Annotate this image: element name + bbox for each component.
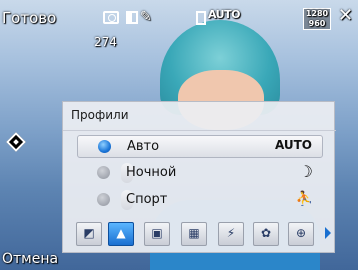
resolution-top: 1280: [305, 9, 329, 18]
profiles-panel: Профили Авто AUTO Ночной ☽ Спорт ⛹ ◩ ▲ ▣…: [62, 101, 336, 253]
profile-option-label: Авто: [127, 139, 160, 154]
ready-status: Готово: [2, 9, 57, 27]
profile-option-sport[interactable]: Спорт ⛹: [77, 189, 323, 212]
scene-tool-button[interactable]: ▲: [108, 222, 134, 246]
frame-icon: ▣: [151, 226, 163, 240]
frame-tool-button[interactable]: ▣: [144, 222, 170, 246]
radio-icon: [98, 140, 111, 153]
toolbar-more-arrow-icon[interactable]: [325, 227, 331, 239]
quality-icon: ▦: [188, 226, 200, 240]
profile-option-label: Ночной: [126, 165, 177, 180]
radio-icon: [97, 166, 110, 179]
radio-icon: [97, 193, 110, 206]
quality-tool-button[interactable]: ▦: [181, 222, 207, 246]
cancel-softkey[interactable]: Отмена: [2, 251, 58, 267]
profile-option-label: Спорт: [126, 192, 168, 207]
auto-icon: AUTO: [274, 138, 312, 152]
panel-divider: [63, 130, 336, 131]
resolution-icon[interactable]: 1280 960: [303, 8, 331, 30]
camera-mode-icon[interactable]: [103, 11, 119, 24]
camera-toolbar: ◩ ▲ ▣ ▦ ⚡ ✿ ⊕: [72, 219, 331, 249]
scene-icon: ▲: [116, 226, 126, 240]
white-balance-label: AUTO: [208, 8, 240, 21]
flash-icon: ⚡: [226, 226, 236, 240]
profile-option-night[interactable]: Ночной ☽: [77, 162, 323, 185]
white-balance-icon[interactable]: [196, 11, 206, 25]
resolution-bottom: 960: [308, 19, 326, 28]
edit-icon[interactable]: ✎: [140, 9, 152, 25]
profile-option-auto[interactable]: Авто AUTO: [77, 135, 323, 158]
shots-remaining: 274: [94, 35, 117, 49]
macro-icon: ✿: [260, 226, 272, 240]
profile-tool-button[interactable]: ◩: [76, 222, 102, 246]
panel-title: Профили: [71, 108, 129, 122]
contrast-icon[interactable]: [126, 11, 138, 24]
profile-icon: ◩: [83, 226, 95, 240]
zoom-icon: ⊕: [295, 226, 307, 240]
close-icon[interactable]: ✕: [338, 5, 353, 26]
zoom-tool-button[interactable]: ⊕: [288, 222, 314, 246]
macro-tool-button[interactable]: ✿: [253, 222, 279, 246]
status-bar: Готово 274 ✎ AUTO 1280 960 ✕: [0, 0, 358, 52]
sport-icon: ⛹: [295, 191, 313, 207]
flash-tool-button[interactable]: ⚡: [218, 222, 244, 246]
night-icon: ☽: [298, 162, 313, 181]
